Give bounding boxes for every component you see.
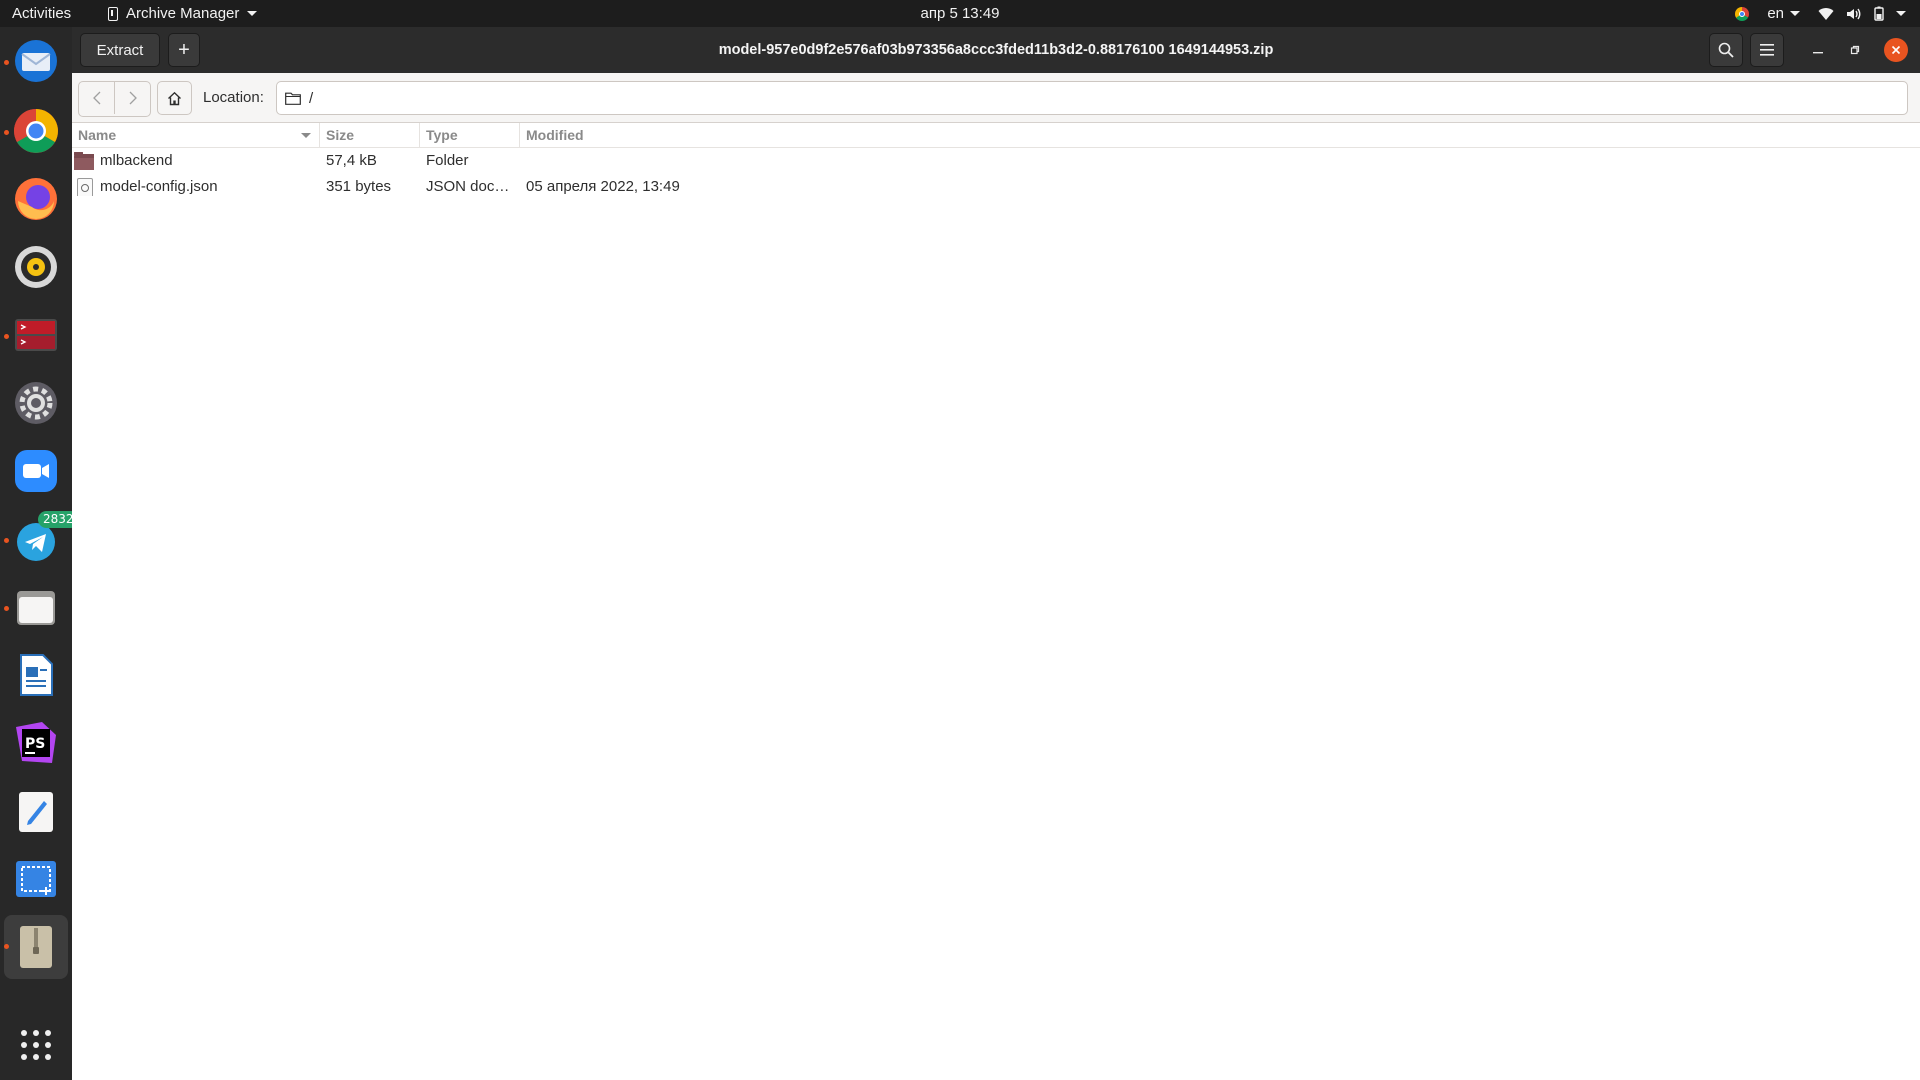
home-button[interactable] <box>157 81 192 115</box>
location-path: / <box>309 89 314 107</box>
file-size: 351 bytes <box>326 178 392 195</box>
files-icon[interactable] <box>12 583 60 631</box>
rhythmbox-icon[interactable] <box>12 243 60 291</box>
running-indicator <box>4 60 9 65</box>
menu-button[interactable] <box>1750 33 1784 67</box>
show-applications-icon[interactable] <box>12 1021 60 1069</box>
language-indicator[interactable]: en <box>1767 0 1800 27</box>
svg-text:PS: PS <box>25 736 45 752</box>
history-nav <box>78 81 151 117</box>
search-icon <box>1718 42 1734 58</box>
phpstorm-icon[interactable]: PS <box>12 719 60 767</box>
language-label: en <box>1767 5 1784 22</box>
home-icon <box>168 91 181 105</box>
chrome-tray-icon[interactable] <box>1735 6 1750 21</box>
telegram-icon[interactable]: 2832 <box>12 511 79 563</box>
system-status-icons[interactable] <box>1818 6 1906 21</box>
location-field[interactable]: / <box>276 81 1908 115</box>
chrome-icon[interactable] <box>12 107 60 155</box>
terminal-icon[interactable] <box>12 311 60 359</box>
chevron-down-icon <box>1790 11 1800 16</box>
running-indicator <box>4 538 9 543</box>
minimize-button[interactable] <box>1806 38 1830 62</box>
file-type: Folder <box>426 152 469 169</box>
forward-button[interactable] <box>114 82 150 114</box>
file-modified: 05 апреля 2022, 13:49 <box>526 178 680 195</box>
window-title: model-957e0d9f2e576af03b973356a8ccc3fded… <box>718 42 1274 58</box>
restore-icon <box>1850 45 1860 55</box>
close-icon <box>1891 45 1901 55</box>
battery-icon <box>1874 6 1884 21</box>
folder-icon <box>285 92 301 105</box>
chevron-left-icon <box>92 91 100 105</box>
close-button[interactable] <box>1884 38 1908 62</box>
screenshot-icon[interactable] <box>12 855 60 903</box>
writer-icon[interactable] <box>12 651 60 699</box>
hamburger-icon <box>1760 44 1774 56</box>
location-bar: Location: / <box>72 73 1920 123</box>
json-file-icon <box>74 178 94 196</box>
list-item-model-config[interactable]: model-config.json 351 bytes JSON docu… 0… <box>72 174 1920 200</box>
text-editor-icon[interactable] <box>12 787 60 835</box>
running-indicator <box>4 334 9 339</box>
search-button[interactable] <box>1709 33 1743 67</box>
file-size: 57,4 kB <box>326 152 377 169</box>
sort-descending-icon <box>301 133 311 138</box>
column-header-size[interactable]: Size <box>320 123 420 147</box>
running-indicator <box>4 944 9 949</box>
file-modified <box>526 148 826 174</box>
clock[interactable]: апр 5 13:49 <box>0 0 1920 27</box>
column-header-name[interactable]: Name <box>72 123 320 147</box>
file-name: mlbackend <box>100 152 173 169</box>
window-headerbar: model-957e0d9f2e576af03b973356a8ccc3fded… <box>72 27 1920 73</box>
chevron-down-icon <box>1896 11 1906 16</box>
running-indicator <box>4 606 9 611</box>
running-indicator <box>4 130 9 135</box>
system-tray[interactable]: en <box>1735 0 1906 27</box>
firefox-icon[interactable] <box>12 175 60 223</box>
folder-icon <box>74 152 94 170</box>
zoom-icon[interactable] <box>12 447 60 495</box>
column-header-type[interactable]: Type <box>420 123 520 147</box>
dock: 2832 PS <box>0 27 79 1080</box>
volume-icon <box>1847 8 1861 19</box>
column-header-name-label: Name <box>78 127 117 143</box>
archive-manager-icon[interactable] <box>12 923 60 971</box>
thunderbird-icon[interactable] <box>12 37 60 85</box>
add-files-button[interactable]: + <box>168 33 200 67</box>
location-label: Location: <box>203 89 264 106</box>
column-header-row: Name Size Type Modified <box>72 123 1920 148</box>
minimize-icon <box>1813 52 1823 54</box>
back-button[interactable] <box>79 82 114 114</box>
extract-button[interactable]: Extract <box>80 33 160 67</box>
file-list[interactable]: Name Size Type Modified mlbackend 57,4 k… <box>72 123 1920 1080</box>
maximize-button[interactable] <box>1843 38 1867 62</box>
column-header-modified[interactable]: Modified <box>520 123 820 147</box>
top-bar: Activities Archive Manager апр 5 13:49 e… <box>0 0 1920 27</box>
settings-icon[interactable] <box>12 379 60 427</box>
wifi-icon <box>1818 7 1834 20</box>
list-item-mlbackend[interactable]: mlbackend 57,4 kB Folder <box>72 148 1920 174</box>
chevron-right-icon <box>129 91 137 105</box>
file-type: JSON docu… <box>426 178 516 195</box>
file-name: model-config.json <box>100 178 218 195</box>
